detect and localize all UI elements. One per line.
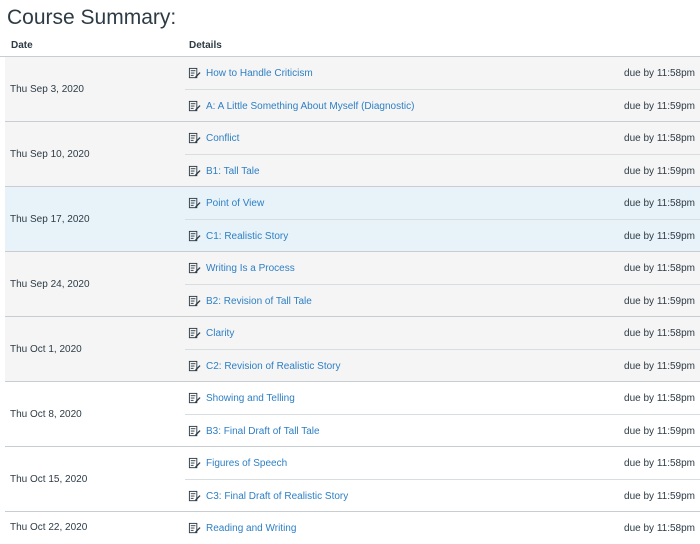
details-cell: How to Handle Criticism due by 11:58pm A… <box>185 57 700 121</box>
assignment-link[interactable]: Point of View <box>206 198 264 209</box>
assignment-row: Reading and Writing due by 11:58pm <box>185 512 700 544</box>
assignment-row: B3: Final Draft of Tall Tale due by 11:5… <box>185 414 700 447</box>
assignment-row: Writing Is a Process due by 11:58pm <box>185 252 700 284</box>
assignment-row: C3: Final Draft of Realistic Story due b… <box>185 479 700 512</box>
due-time: due by 11:59pm <box>624 230 695 242</box>
date-group: Thu Sep 10, 2020 Conflict due by 11:58pm… <box>5 122 700 187</box>
details-cell: Reading and Writing due by 11:58pm <box>185 512 700 542</box>
assignment-icon <box>188 490 201 501</box>
date-cell: Thu Oct 15, 2020 <box>10 473 88 485</box>
assignment-row: Showing and Telling due by 11:58pm <box>185 382 700 414</box>
date-cell: Thu Sep 17, 2020 <box>10 213 90 225</box>
due-time: due by 11:58pm <box>624 132 695 144</box>
assignment-link[interactable]: How to Handle Criticism <box>206 68 313 79</box>
date-cell: Thu Oct 1, 2020 <box>10 343 82 355</box>
date-group: Thu Sep 3, 2020 How to Handle Criticism … <box>5 57 700 122</box>
syllabus-table: Thu Sep 3, 2020 How to Handle Criticism … <box>5 57 700 542</box>
assignment-icon <box>188 392 201 403</box>
date-group: Thu Oct 15, 2020 Figures of Speech due b… <box>5 447 700 512</box>
assignment-link[interactable]: B2: Revision of Tall Tale <box>206 296 312 307</box>
assignment-row: Point of View due by 11:58pm <box>185 187 700 219</box>
due-time: due by 11:59pm <box>624 165 695 177</box>
assignment-link[interactable]: A: A Little Something About Myself (Diag… <box>206 101 414 112</box>
details-cell: Showing and Telling due by 11:58pm B3: F… <box>185 382 700 446</box>
assignment-link[interactable]: B3: Final Draft of Tall Tale <box>206 426 320 437</box>
assignment-icon <box>188 295 201 306</box>
due-time: due by 11:58pm <box>624 457 695 469</box>
assignment-link[interactable]: Conflict <box>206 133 239 144</box>
due-time: due by 11:59pm <box>624 425 695 437</box>
assignment-icon <box>188 165 201 176</box>
assignment-row: How to Handle Criticism due by 11:58pm <box>185 57 700 89</box>
details-cell: Clarity due by 11:58pm C2: Revision of R… <box>185 317 700 381</box>
assignment-icon <box>188 100 201 111</box>
assignment-icon <box>188 67 201 78</box>
details-cell: Conflict due by 11:58pm B1: Tall Tale du… <box>185 122 700 186</box>
assignment-link[interactable]: Reading and Writing <box>206 523 296 534</box>
due-time: due by 11:58pm <box>624 522 695 534</box>
due-time: due by 11:58pm <box>624 327 695 339</box>
assignment-icon <box>188 360 201 371</box>
assignment-link[interactable]: C3: Final Draft of Realistic Story <box>206 491 348 502</box>
assignment-link[interactable]: C1: Realistic Story <box>206 231 288 242</box>
details-cell: Writing Is a Process due by 11:58pm B2: … <box>185 252 700 316</box>
details-cell: Point of View due by 11:58pm C1: Realist… <box>185 187 700 251</box>
assignment-icon <box>188 132 201 143</box>
assignment-icon <box>188 522 201 533</box>
assignment-icon <box>188 262 201 273</box>
due-time: due by 11:59pm <box>624 100 695 112</box>
table-header: Date Details <box>0 40 700 57</box>
page-title: Course Summary: <box>7 6 177 29</box>
column-header-date: Date <box>11 40 33 51</box>
date-group: Thu Oct 22, 2020 Reading and Writing due… <box>5 512 700 542</box>
assignment-icon <box>188 425 201 436</box>
date-group: Thu Oct 8, 2020 Showing and Telling due … <box>5 382 700 447</box>
assignment-row: Conflict due by 11:58pm <box>185 122 700 154</box>
due-time: due by 11:58pm <box>624 262 695 274</box>
due-time: due by 11:59pm <box>624 295 695 307</box>
assignment-row: Clarity due by 11:58pm <box>185 317 700 349</box>
assignment-link[interactable]: Figures of Speech <box>206 458 287 469</box>
due-time: due by 11:58pm <box>624 67 695 79</box>
assignment-row: B1: Tall Tale due by 11:59pm <box>185 154 700 187</box>
assignment-link[interactable]: B1: Tall Tale <box>206 166 260 177</box>
assignment-row: A: A Little Something About Myself (Diag… <box>185 89 700 122</box>
assignment-row: Figures of Speech due by 11:58pm <box>185 447 700 479</box>
assignment-link[interactable]: Clarity <box>206 328 234 339</box>
assignment-icon <box>188 197 201 208</box>
assignment-row: C1: Realistic Story due by 11:59pm <box>185 219 700 252</box>
date-group-current-week: Thu Sep 17, 2020 Point of View due by 11… <box>5 187 700 252</box>
assignment-link[interactable]: Writing Is a Process <box>206 263 295 274</box>
date-cell: Thu Oct 8, 2020 <box>10 408 82 420</box>
date-group: Thu Oct 1, 2020 Clarity due by 11:58pm C… <box>5 317 700 382</box>
assignment-link[interactable]: C2: Revision of Realistic Story <box>206 361 341 372</box>
assignment-icon <box>188 457 201 468</box>
date-group: Thu Sep 24, 2020 Writing Is a Process du… <box>5 252 700 317</box>
date-cell: Thu Sep 24, 2020 <box>10 278 90 290</box>
details-cell: Figures of Speech due by 11:58pm C3: Fin… <box>185 447 700 511</box>
column-header-details: Details <box>189 40 222 51</box>
due-time: due by 11:59pm <box>624 490 695 502</box>
due-time: due by 11:58pm <box>624 392 695 404</box>
date-cell: Thu Sep 10, 2020 <box>10 148 90 160</box>
due-time: due by 11:59pm <box>624 360 695 372</box>
date-cell: Thu Sep 3, 2020 <box>10 83 84 95</box>
assignment-icon <box>188 230 201 241</box>
assignment-icon <box>188 327 201 338</box>
date-cell: Thu Oct 22, 2020 <box>10 521 88 533</box>
assignment-row: C2: Revision of Realistic Story due by 1… <box>185 349 700 382</box>
assignment-row: B2: Revision of Tall Tale due by 11:59pm <box>185 284 700 317</box>
assignment-link[interactable]: Showing and Telling <box>206 393 295 404</box>
due-time: due by 11:58pm <box>624 197 695 209</box>
